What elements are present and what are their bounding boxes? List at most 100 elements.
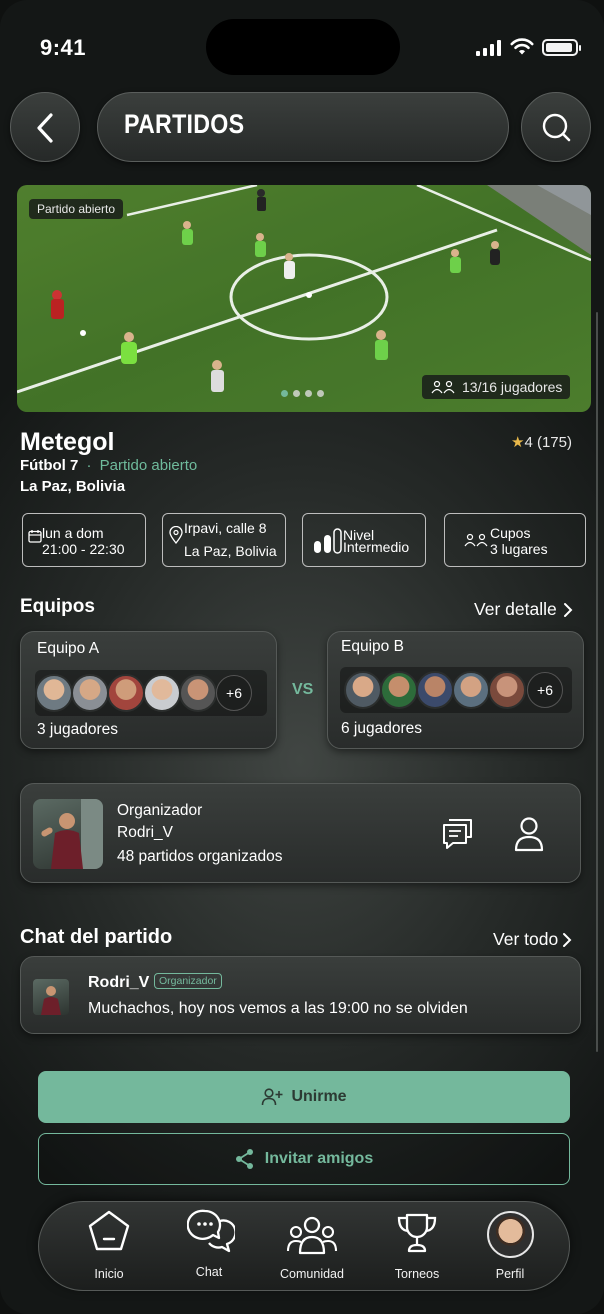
- battery-icon: [542, 39, 581, 56]
- avatar: [452, 671, 490, 709]
- chevron-left-icon: [37, 113, 53, 143]
- match-rating: ★4 (175): [511, 433, 572, 451]
- carousel-dot[interactable]: [293, 390, 300, 397]
- avatar: [71, 674, 109, 712]
- profile-avatar: [487, 1211, 534, 1258]
- team-a-count: 3 jugadores: [37, 721, 119, 738]
- avatar: [488, 671, 526, 709]
- players-icon: [464, 533, 488, 547]
- organizer-card: Organizador Rodri_V 48 partidos organiza…: [20, 783, 581, 883]
- team-a-avatars: +6: [35, 670, 267, 716]
- chat-section-title: Chat del partido: [20, 926, 173, 948]
- back-button[interactable]: [10, 92, 80, 162]
- nav-label-perfil: Perfil: [495, 1267, 525, 1281]
- match-type-row: Fútbol 7 · Partido abierto: [20, 457, 197, 474]
- organizer-name: Rodri_V: [117, 824, 173, 841]
- avatar: [143, 674, 181, 712]
- players-count-text: 13/16 jugadores: [462, 379, 563, 395]
- organizer-photo: [33, 799, 103, 869]
- teams-section-title: Equipos: [20, 596, 95, 617]
- home-pentagon-icon: [88, 1210, 130, 1251]
- nav-item-inicio[interactable]: Inicio: [59, 1207, 159, 1287]
- status-time: 9:41: [40, 35, 87, 60]
- nav-item-comunidad[interactable]: Comunidad: [262, 1207, 362, 1287]
- more-players-badge[interactable]: +6: [527, 672, 563, 708]
- nav-item-torneos[interactable]: Torneos: [367, 1207, 467, 1287]
- chat-message-icon[interactable]: [441, 817, 475, 851]
- avatar: [179, 674, 217, 712]
- rating-value: 4 (175): [524, 434, 572, 451]
- avatar: [35, 674, 73, 712]
- schedule-hours: 21:00 - 22:30: [42, 541, 125, 557]
- avatar: [344, 671, 382, 709]
- organizer-role-badge: Organizador: [154, 973, 222, 989]
- team-b-count: 6 jugadores: [341, 720, 423, 737]
- see-detail-label: Ver detalle: [474, 599, 557, 619]
- schedule-chip: lun a dom 21:00 - 22:30: [22, 513, 146, 567]
- carousel-dot[interactable]: [305, 390, 312, 397]
- invite-label: Invitar amigos: [264, 1150, 374, 1167]
- nav-label-chat: Chat: [195, 1265, 223, 1279]
- carousel-dot[interactable]: [317, 390, 324, 397]
- join-label: Unirme: [291, 1088, 347, 1105]
- level-value: Intermedio: [343, 539, 410, 555]
- chat-author-name: Rodri_V: [88, 974, 150, 991]
- match-status: Partido abierto: [99, 457, 198, 474]
- schedule-days: lun a dom: [42, 525, 104, 541]
- nav-label-inicio: Inicio: [94, 1267, 124, 1281]
- search-button[interactable]: [521, 92, 591, 162]
- location-pin-icon: [169, 526, 183, 544]
- community-icon: [286, 1216, 338, 1255]
- slots-label: Cupos: [490, 525, 531, 541]
- team-b-name: Equipo B: [341, 638, 404, 655]
- nav-item-chat[interactable]: Chat: [159, 1207, 259, 1287]
- carousel-indicators[interactable]: [281, 390, 324, 397]
- avatar: [380, 671, 418, 709]
- team-a-card[interactable]: Equipo A +6 3 jugadores: [20, 631, 277, 749]
- avatar: [416, 671, 454, 709]
- chevron-right-icon: [563, 602, 573, 617]
- versus-label: VS: [292, 681, 314, 698]
- see-detail-link[interactable]: Ver detalle: [474, 599, 573, 620]
- see-all-link[interactable]: Ver todo: [493, 929, 572, 950]
- players-count-badge: 13/16 jugadores: [422, 375, 571, 399]
- chat-preview-card[interactable]: Rodri_V Organizador Muchachos, hoy nos v…: [20, 956, 581, 1034]
- organizer-stats: 48 partidos organizados: [117, 848, 283, 865]
- level-bars-icon: [314, 528, 342, 554]
- avatar: [107, 674, 145, 712]
- organizer-label: Organizador: [117, 802, 203, 819]
- more-players-badge[interactable]: +6: [216, 675, 252, 711]
- match-location: La Paz, Bolivia: [20, 478, 126, 495]
- share-icon: [235, 1149, 253, 1169]
- app-screen: 9:41 PARTIDOS Partido abierto 13/16 juga…: [0, 0, 604, 1314]
- cellular-signal-icon: [476, 40, 501, 56]
- star-icon: ★: [511, 434, 525, 451]
- slots-value: 3 lugares: [490, 541, 548, 557]
- page-title: PARTIDOS: [124, 109, 245, 139]
- search-icon: [542, 113, 571, 142]
- join-button[interactable]: Unirme: [38, 1071, 570, 1123]
- calendar-icon: [28, 530, 42, 543]
- nav-item-perfil[interactable]: Perfil: [460, 1207, 560, 1287]
- see-all-label: Ver todo: [493, 929, 559, 949]
- scrollbar[interactable]: [596, 312, 598, 1052]
- carousel-dot-active[interactable]: [281, 390, 288, 397]
- chat-author-avatar: [33, 979, 69, 1015]
- separator-dot: ·: [86, 457, 92, 474]
- chevron-right-icon: [563, 932, 572, 947]
- invite-friends-button[interactable]: Invitar amigos: [38, 1133, 570, 1185]
- wifi-icon: [510, 38, 534, 55]
- players-icon: [431, 380, 455, 394]
- address-street: Irpavi, calle 8: [184, 520, 267, 536]
- chat-bubbles-icon: [187, 1209, 235, 1253]
- level-chip: Nivel Intermedio: [302, 513, 426, 567]
- nav-label-comunidad: Comunidad: [280, 1267, 344, 1281]
- open-match-badge: Partido abierto: [29, 199, 124, 219]
- add-user-icon: [262, 1088, 283, 1106]
- team-b-card[interactable]: Equipo B +6 6 jugadores: [327, 631, 584, 749]
- address-chip: Irpavi, calle 8 La Paz, Bolivia: [162, 513, 286, 567]
- slots-chip: Cupos 3 lugares: [444, 513, 586, 567]
- profile-icon[interactable]: [513, 816, 545, 852]
- dynamic-island: [206, 19, 400, 75]
- chat-author-avatar-figure: [41, 986, 61, 1015]
